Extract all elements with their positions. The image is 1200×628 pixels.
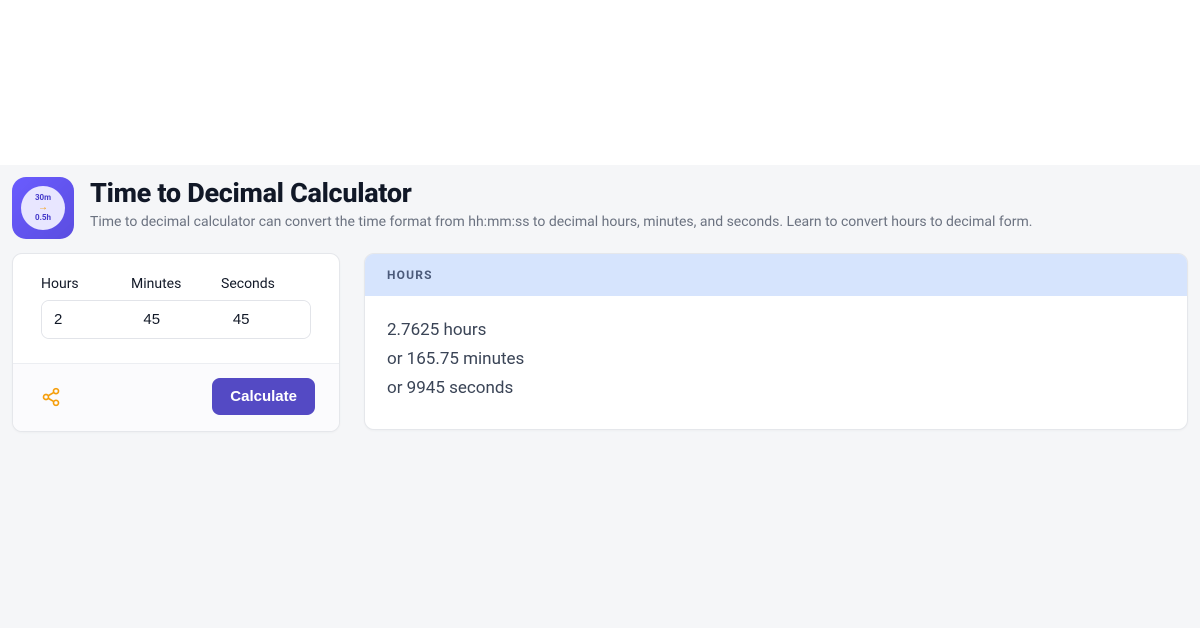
minutes-label: Minutes (131, 276, 221, 292)
seconds-col: Seconds (221, 276, 311, 300)
time-input-group (41, 300, 311, 339)
calculate-button[interactable]: Calculate (212, 378, 315, 415)
input-footer: Calculate (13, 363, 339, 431)
result-body: 2.7625 hours or 165.75 minutes or 9945 s… (365, 296, 1187, 429)
result-section-label: HOURS (365, 254, 1187, 296)
seconds-input[interactable] (221, 301, 310, 338)
hours-label: Hours (41, 276, 131, 292)
app-icon-bottom: 0.5h (35, 213, 51, 223)
seconds-label: Seconds (221, 276, 311, 292)
hours-input[interactable] (42, 301, 131, 338)
result-seconds: or 9945 seconds (387, 374, 1165, 403)
page-whitespace (0, 0, 1200, 165)
input-card: Hours Minutes Seconds (12, 253, 340, 432)
page-subtitle: Time to decimal calculator can convert t… (90, 213, 1032, 233)
minutes-input[interactable] (131, 301, 220, 338)
page-body: 30m → 0.5h Time to Decimal Calculator Ti… (0, 165, 1200, 628)
page-title: Time to Decimal Calculator (90, 177, 1032, 209)
header-text: Time to Decimal Calculator Time to decim… (90, 177, 1032, 233)
input-grid: Hours Minutes Seconds (13, 254, 339, 363)
app-icon: 30m → 0.5h (12, 177, 74, 239)
app-icon-inner: 30m → 0.5h (21, 186, 65, 230)
minutes-col: Minutes (131, 276, 221, 300)
share-button[interactable] (37, 383, 65, 411)
main-row: Hours Minutes Seconds (12, 253, 1188, 432)
hours-col: Hours (41, 276, 131, 300)
result-minutes: or 165.75 minutes (387, 345, 1165, 374)
arrow-icon: → (38, 203, 48, 213)
result-card: HOURS 2.7625 hours or 165.75 minutes or … (364, 253, 1188, 430)
header: 30m → 0.5h Time to Decimal Calculator Ti… (12, 177, 1188, 253)
result-hours: 2.7625 hours (387, 316, 1165, 345)
share-icon (41, 387, 61, 407)
